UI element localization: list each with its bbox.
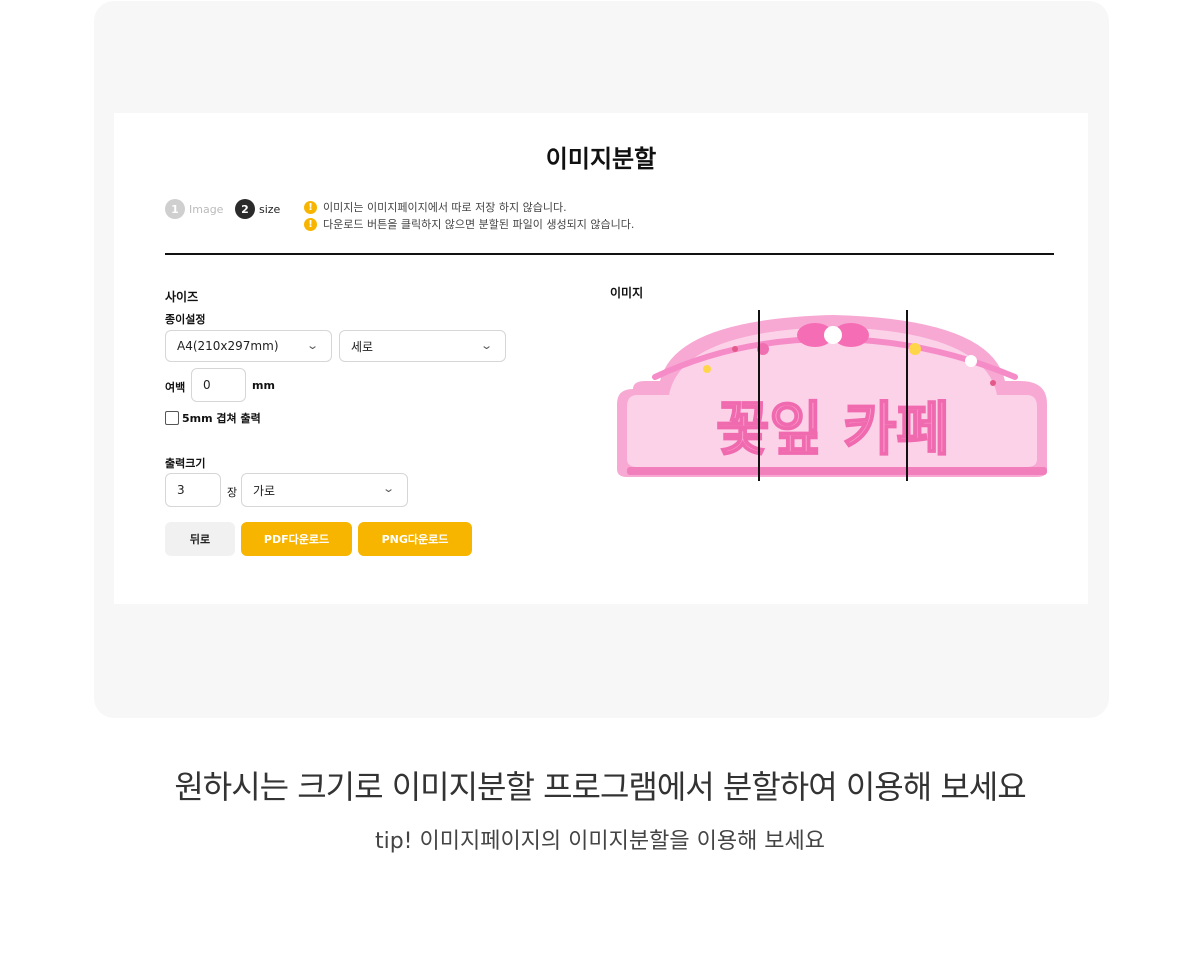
- split-line: [758, 310, 760, 481]
- output-count-input[interactable]: 3: [165, 473, 221, 507]
- dot: [732, 346, 738, 352]
- overlap-checkbox[interactable]: [165, 411, 179, 425]
- step-number: 1: [165, 199, 185, 219]
- dot: [990, 380, 996, 386]
- flower: [703, 365, 711, 373]
- margin-unit: mm: [252, 379, 275, 392]
- main-caption: 원하시는 크기로 이미지분할 프로그램에서 분할하여 이용해 보세요: [174, 768, 1026, 806]
- page-title: 이미지분할: [545, 145, 657, 173]
- step-label: size: [259, 202, 281, 216]
- size-heading: 사이즈: [165, 290, 199, 304]
- chevron-down-icon: ⌄: [305, 339, 319, 352]
- margin-label: 여백: [165, 381, 186, 394]
- warning-icon: !: [304, 200, 317, 214]
- step-number: 2: [235, 199, 255, 219]
- output-unit: 장: [227, 486, 238, 499]
- output-direction-select[interactable]: 가로 ⌄: [241, 473, 408, 507]
- output-direction-value: 가로: [253, 483, 276, 498]
- preview-heading: 이미지: [610, 286, 644, 300]
- split-line: [906, 310, 908, 481]
- orientation-value: 세로: [351, 339, 374, 354]
- sign-image: 꽃잎 카페: [617, 315, 1047, 477]
- notice-text: 다운로드 버튼을 클릭하지 않으면 분할된 파일이 생성되지 않습니다.: [323, 218, 635, 231]
- image-preview: 꽃잎 카페: [615, 309, 1050, 484]
- step-label: Image: [189, 202, 224, 216]
- margin-input[interactable]: 0: [191, 368, 246, 402]
- warning-icon: !: [304, 217, 317, 231]
- chevron-down-icon: ⌄: [381, 482, 395, 495]
- step-size[interactable]: 2 size: [235, 199, 280, 219]
- notice-download: ! 다운로드 버튼을 클릭하지 않으면 분할된 파일이 생성되지 않습니다.: [304, 216, 634, 232]
- orientation-select[interactable]: 세로 ⌄: [339, 330, 506, 362]
- tip-caption: tip! 이미지페이지의 이미지분할을 이용해 보세요: [374, 829, 826, 854]
- image-split-card: 이미지분할 1 Image 2 size ! 이미지는 이미지페이지에서 따로 …: [114, 113, 1088, 604]
- paper-label: 종이설정: [165, 313, 206, 326]
- pdf-download-button[interactable]: PDF다운로드: [241, 522, 352, 556]
- step-image[interactable]: 1 Image: [165, 199, 223, 219]
- back-button[interactable]: 뒤로: [165, 522, 235, 556]
- chevron-down-icon: ⌄: [479, 339, 493, 352]
- divider: [165, 253, 1054, 255]
- sign-text: 꽃잎 카페: [716, 395, 950, 463]
- sign-base: [627, 467, 1047, 475]
- paper-size-select[interactable]: A4(210x297mm) ⌄: [165, 330, 332, 362]
- flower: [965, 355, 977, 367]
- overlap-label: 5mm 겹쳐 출력: [182, 412, 261, 425]
- paper-size-value: A4(210x297mm): [177, 339, 279, 353]
- output-size-label: 출력크기: [165, 457, 206, 470]
- png-download-button[interactable]: PNG다운로드: [358, 522, 472, 556]
- flower: [909, 343, 921, 355]
- bow-flower: [824, 326, 842, 344]
- notice-storage: ! 이미지는 이미지페이지에서 따로 저장 하지 않습니다.: [304, 199, 567, 215]
- notice-text: 이미지는 이미지페이지에서 따로 저장 하지 않습니다.: [323, 201, 567, 214]
